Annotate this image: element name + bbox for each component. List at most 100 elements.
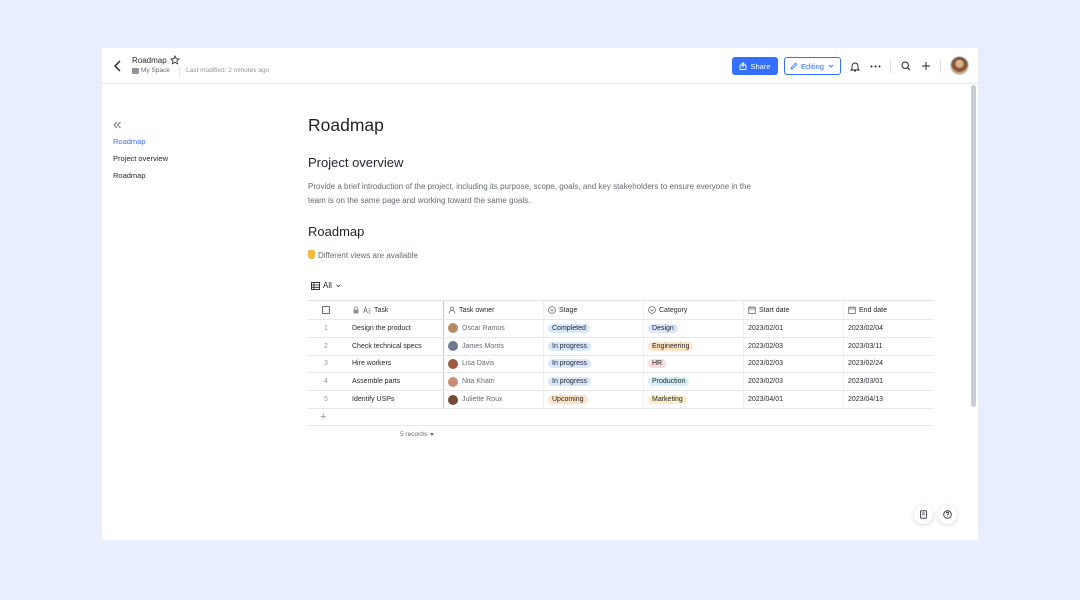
category-cell[interactable]: Engineering xyxy=(644,337,744,355)
more-icon[interactable] xyxy=(868,59,882,73)
caret-down-icon xyxy=(430,433,435,436)
grid-view-icon xyxy=(311,281,320,290)
owner-cell[interactable]: Nita Khatri xyxy=(444,373,544,391)
category-cell[interactable]: Marketing xyxy=(644,391,744,408)
end-date-cell[interactable]: 2023/04/13 xyxy=(844,391,933,408)
star-icon[interactable] xyxy=(170,55,180,65)
category-cell[interactable]: HR xyxy=(644,355,744,373)
status-badge: Upcoming xyxy=(548,395,588,405)
table-row[interactable]: 3 Hire workers Lisa Davis In progress HR… xyxy=(308,355,933,374)
start-date-cell[interactable]: 2023/04/01 xyxy=(744,391,844,408)
column-header-category[interactable]: Category xyxy=(644,301,744,319)
select-all-checkbox[interactable] xyxy=(322,306,330,314)
share-label: Share xyxy=(750,61,771,71)
status-badge: In progress xyxy=(548,377,592,387)
end-date-cell[interactable]: 2023/02/04 xyxy=(844,320,933,337)
add-record-button[interactable]: + xyxy=(308,409,933,426)
row-number: 5 xyxy=(324,396,328,404)
folder-icon xyxy=(132,68,139,74)
status-badge: In progress xyxy=(548,359,592,369)
owner-cell[interactable]: Juliette Roux xyxy=(444,391,544,408)
row-number: 4 xyxy=(324,378,328,386)
double-chevron-left-icon[interactable] xyxy=(112,120,122,130)
roadmap-table: Task Task owner Stage Category Start dat… xyxy=(308,300,933,426)
plus-icon[interactable] xyxy=(919,59,933,73)
end-date-cell[interactable]: 2023/03/11 xyxy=(844,338,933,355)
divider xyxy=(940,59,941,73)
stage-cell[interactable]: In progress xyxy=(544,373,644,391)
column-label: Category xyxy=(659,306,688,314)
share-button[interactable]: Share xyxy=(732,57,778,75)
category-badge: Production xyxy=(648,377,690,387)
owner-cell[interactable]: Oscar Ramos xyxy=(444,320,544,337)
column-header-task[interactable]: Task xyxy=(344,301,444,319)
chevron-down-icon xyxy=(828,64,834,68)
section-heading-overview[interactable]: Project overview xyxy=(308,155,403,170)
toc-item-roadmap[interactable]: Roadmap xyxy=(113,137,146,146)
pointing-hand-icon xyxy=(308,250,315,259)
table-row[interactable]: 4 Assemble parts Nita Khatri In progress… xyxy=(308,373,933,392)
table-row[interactable]: 5 Identify USPs Juliette Roux Upcoming M… xyxy=(308,391,933,409)
bell-icon[interactable] xyxy=(848,59,862,73)
task-cell[interactable]: Hire workers xyxy=(344,355,444,373)
row-number: 1 xyxy=(324,324,328,332)
task-cell[interactable]: Assemble parts xyxy=(344,373,444,391)
single-select-icon xyxy=(548,306,556,314)
stage-cell[interactable]: In progress xyxy=(544,337,644,355)
select-all-cell[interactable] xyxy=(308,301,344,319)
column-header-end-date[interactable]: End date xyxy=(844,301,933,319)
category-cell[interactable]: Design xyxy=(644,320,744,337)
breadcrumb-space[interactable]: My Space xyxy=(141,67,170,74)
view-selector[interactable]: All xyxy=(311,281,342,290)
section-heading-roadmap[interactable]: Roadmap xyxy=(308,224,364,239)
help-button[interactable] xyxy=(938,505,957,524)
chevron-left-icon[interactable] xyxy=(112,59,124,73)
start-date-cell[interactable]: 2023/02/01 xyxy=(744,320,844,337)
owner-name: Oscar Ramos xyxy=(462,324,505,332)
owner-cell[interactable]: Lisa Davis xyxy=(444,355,544,373)
stage-cell[interactable]: Upcoming xyxy=(544,391,644,408)
user-avatar[interactable] xyxy=(950,56,969,75)
start-date-cell[interactable]: 2023/02/03 xyxy=(744,355,844,373)
avatar xyxy=(448,358,458,369)
document-info-button[interactable] xyxy=(914,505,933,524)
page-title[interactable]: Roadmap xyxy=(308,115,384,136)
status-badge: In progress xyxy=(548,341,592,351)
column-header-stage[interactable]: Stage xyxy=(544,301,644,319)
records-count[interactable]: 5 records xyxy=(400,431,435,438)
task-cell[interactable]: Check technical specs xyxy=(344,337,444,355)
start-date-cell[interactable]: 2023/02/03 xyxy=(744,337,844,355)
category-badge: Engineering xyxy=(648,341,694,351)
column-label: End date xyxy=(859,306,888,314)
search-icon[interactable] xyxy=(899,59,913,73)
avatar xyxy=(448,341,458,352)
toc-item-roadmap-section[interactable]: Roadmap xyxy=(113,171,146,180)
editing-mode-button[interactable]: Editing xyxy=(784,57,841,75)
end-date-cell[interactable]: 2023/03/01 xyxy=(844,373,933,390)
stage-cell[interactable]: Completed xyxy=(544,320,644,337)
overview-paragraph[interactable]: Provide a brief introduction of the proj… xyxy=(308,180,768,208)
calendar-icon xyxy=(748,306,756,314)
calendar-icon xyxy=(848,306,856,314)
document-icon xyxy=(920,510,927,519)
start-date-cell[interactable]: 2023/02/03 xyxy=(744,373,844,391)
owner-cell[interactable]: James Morris xyxy=(444,337,544,355)
category-badge: Design xyxy=(648,323,678,333)
row-number: 3 xyxy=(324,360,328,368)
table-row[interactable]: 1 Design the product Oscar Ramos Complet… xyxy=(308,320,933,338)
vertical-scrollbar[interactable] xyxy=(971,85,976,407)
column-header-start-date[interactable]: Start date xyxy=(744,301,844,319)
doc-title[interactable]: Roadmap xyxy=(132,56,167,65)
callout-text[interactable]: Different views are available xyxy=(308,250,418,260)
stage-cell[interactable]: In progress xyxy=(544,355,644,373)
task-cell[interactable]: Identify USPs xyxy=(344,391,444,408)
document-window: Roadmap My Space Last modified: 2 minute… xyxy=(102,48,978,540)
end-date-cell[interactable]: 2023/02/24 xyxy=(844,356,933,373)
category-cell[interactable]: Production xyxy=(644,373,744,391)
table-row[interactable]: 2 Check technical specs James Morris In … xyxy=(308,337,933,356)
task-cell[interactable]: Design the product xyxy=(344,320,444,337)
toc-item-project-overview[interactable]: Project overview xyxy=(113,154,168,163)
owner-name: Nita Khatri xyxy=(462,378,495,386)
category-badge: HR xyxy=(648,359,667,369)
column-header-task-owner[interactable]: Task owner xyxy=(444,301,544,319)
